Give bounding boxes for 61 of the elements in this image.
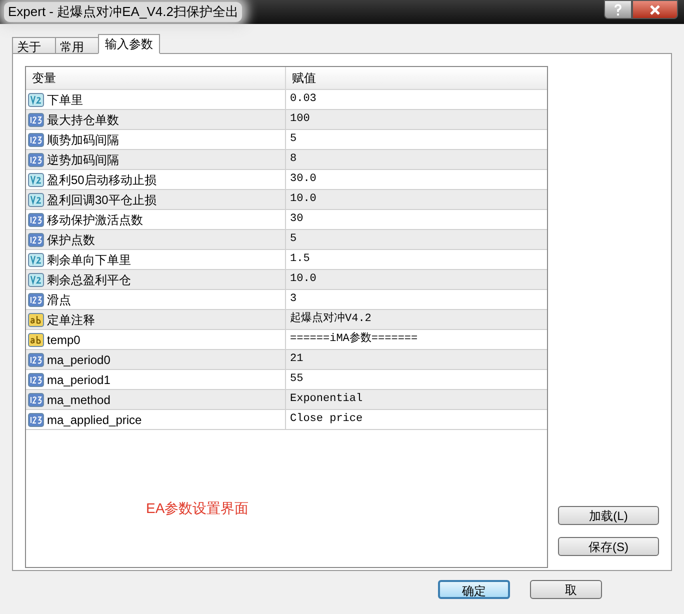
parameter-value[interactable]: ======iMA参数======= (286, 330, 547, 349)
side-button[interactable]: 加载(L) (558, 506, 659, 525)
parameter-name: 剩余总盈利平仓 (47, 272, 131, 288)
help-icon (614, 4, 622, 16)
number-type-icon (28, 392, 44, 406)
column-header[interactable]: 赋值 (286, 67, 547, 89)
parameter-value[interactable]: 5 (286, 130, 547, 149)
parameter-name: 保护点数 (47, 232, 95, 248)
parameter-name: ma_applied_price (47, 412, 142, 428)
parameter-value[interactable]: 10.0 (286, 190, 547, 209)
window-title: Expert - 起爆点对冲EA_V4.2扫保护全出 (4, 2, 242, 22)
side-button[interactable]: 保存(S) (558, 537, 659, 556)
tab[interactable]: 常用 (55, 37, 99, 54)
number-type-icon (28, 172, 44, 186)
parameter-name: ma_method (47, 392, 110, 408)
parameter-name: ma_period0 (47, 352, 110, 368)
parameter-value[interactable]: 0.03 (286, 90, 547, 109)
help-button[interactable] (604, 0, 632, 19)
parameter-name: 盈利50启动移动止损 (47, 172, 156, 188)
tab[interactable]: 关于 (12, 37, 56, 54)
parameter-value[interactable]: 21 (286, 350, 547, 369)
parameter-value[interactable]: 起爆点对冲V4.2 (286, 310, 547, 329)
tab[interactable]: 输入参数 (98, 34, 160, 54)
number-type-icon (28, 192, 44, 206)
parameter-name: 定单注释 (47, 312, 95, 328)
parameter-name: 移动保护激活点数 (47, 212, 143, 228)
parameter-value[interactable]: 5 (286, 230, 547, 249)
parameter-name: 下单里 (47, 92, 83, 108)
parameter-name: 顺势加码间隔 (47, 132, 119, 148)
parameter-name: 盈利回调30平仓止损 (47, 192, 156, 208)
annotation-text: EA参数设置界面 (146, 499, 249, 518)
parameter-value[interactable]: 30 (286, 210, 547, 229)
close-icon (649, 4, 661, 14)
text-type-icon (28, 332, 44, 346)
number-type-icon (28, 152, 44, 166)
parameter-name: ma_period1 (47, 372, 110, 388)
parameter-value[interactable]: 30.0 (286, 170, 547, 189)
number-type-icon (28, 92, 44, 106)
parameter-name: 逆势加码间隔 (47, 152, 119, 168)
number-type-icon (28, 352, 44, 366)
number-type-icon (28, 272, 44, 286)
parameter-name: 滑点 (47, 292, 71, 308)
dialog-button[interactable]: 取 (530, 580, 602, 599)
parameter-value[interactable]: Exponential (286, 390, 547, 409)
number-type-icon (28, 252, 44, 266)
parameter-value[interactable]: 3 (286, 290, 547, 309)
parameter-name: temp0 (47, 332, 80, 348)
dialog-button[interactable]: 确定 (438, 580, 510, 599)
close-button[interactable] (632, 0, 678, 19)
parameter-name: 最大持仓单数 (47, 112, 119, 128)
parameter-value[interactable]: 1.5 (286, 250, 547, 269)
number-type-icon (28, 112, 44, 126)
parameter-value[interactable]: Close price (286, 410, 547, 429)
column-header[interactable]: 变量 (26, 67, 286, 89)
parameter-value[interactable]: 8 (286, 150, 547, 169)
parameter-value[interactable]: 55 (286, 370, 547, 389)
text-type-icon (28, 312, 44, 326)
parameter-value[interactable]: 10.0 (286, 270, 547, 289)
number-type-icon (28, 232, 44, 246)
parameter-name: 剩余单向下单里 (47, 252, 131, 268)
parameter-value[interactable]: 100 (286, 110, 547, 129)
